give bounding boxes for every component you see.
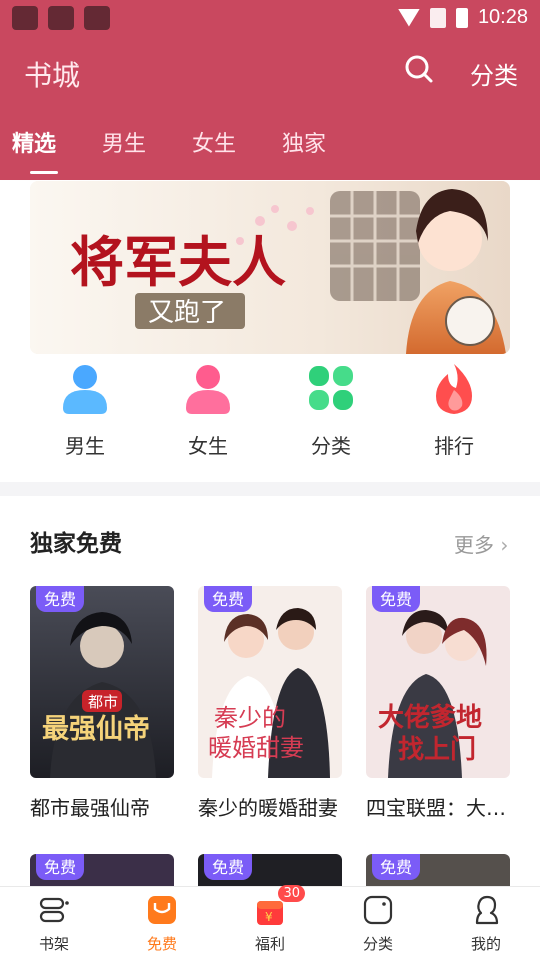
quick-ranking[interactable]: 排行 <box>399 360 509 459</box>
promo-banner[interactable]: 将军夫人 又跑了 <box>30 181 510 354</box>
quick-female-label: 女生 <box>188 434 228 458</box>
no-sim-icon <box>429 7 446 28</box>
status-bar: 10:28 <box>0 0 540 36</box>
nav-category[interactable]: 分类 <box>324 893 432 954</box>
notification-icon <box>84 6 110 30</box>
tab-bar: 精选 男生 女生 独家 <box>12 126 326 174</box>
chevron-right-icon: › <box>500 533 509 557</box>
search-icon <box>405 55 433 83</box>
book-cover: 秦少的 暖婚甜妻 免费 <box>198 586 342 778</box>
section-divider <box>0 482 540 496</box>
image-icon <box>48 6 74 30</box>
nav-bookshelf-label: 书架 <box>38 935 69 953</box>
svg-text:最强仙帝: 最强仙帝 <box>42 713 150 745</box>
svg-text:找上门: 找上门 <box>398 735 476 765</box>
bookshelf-icon <box>37 893 71 927</box>
free-badge: 免费 <box>372 586 421 612</box>
tab-featured[interactable]: 精选 <box>12 126 59 174</box>
nav-free-label: 免费 <box>146 935 177 953</box>
status-notifications <box>12 6 110 30</box>
free-badge: 免费 <box>204 586 253 612</box>
book-card[interactable]: 大佬爹地 找上门 免费 四宝联盟：大佬爹地找上门 <box>366 586 510 821</box>
quick-category-label: 分类 <box>311 434 351 458</box>
tab-male[interactable]: 男生 <box>102 126 146 174</box>
svg-text:暖婚甜妻: 暖婚甜妻 <box>208 734 304 762</box>
free-badge: 免费 <box>36 586 85 612</box>
category-icon <box>361 893 395 927</box>
nav-welfare-label: 福利 <box>254 935 285 953</box>
person-icon <box>180 360 236 416</box>
book-title: 四宝联盟：大佬爹地找上门 <box>366 796 510 820</box>
person-icon <box>57 360 113 416</box>
page-title: 书城 <box>24 59 81 92</box>
book-card[interactable]: 免费 <box>366 854 510 886</box>
classify-button[interactable]: 分类 <box>470 56 518 91</box>
nav-mine-label: 我的 <box>470 935 501 953</box>
free-badge: 免费 <box>204 854 253 880</box>
flame-icon <box>426 360 482 416</box>
profile-icon <box>469 893 503 927</box>
svg-text:¥: ¥ <box>265 910 273 924</box>
gift-icon: ¥ 30 <box>253 885 305 927</box>
book-cover: 大佬爹地 找上门 免费 <box>366 586 510 778</box>
banner-subtitle: 又跑了 <box>148 298 226 328</box>
banner-artwork: 将军夫人 又跑了 <box>30 181 510 354</box>
welfare-count-badge: 30 <box>278 885 305 902</box>
app-header: 书城 分类 精选 男生 女生 独家 <box>0 36 540 180</box>
status-time: 10:28 <box>477 6 528 28</box>
tab-exclusive[interactable]: 独家 <box>282 126 326 174</box>
free-badge: 免费 <box>372 854 421 880</box>
quick-male[interactable]: 男生 <box>30 360 140 459</box>
book-card[interactable]: 免费 <box>30 854 174 886</box>
quick-ranking-label: 排行 <box>434 434 474 458</box>
quick-male-label: 男生 <box>65 434 105 458</box>
book-card[interactable]: 都市 最强仙帝 免费 都市最强仙帝 <box>30 586 174 821</box>
book-title: 秦少的暖婚甜妻 <box>198 796 338 820</box>
section-title: 独家免费 <box>30 531 122 557</box>
quick-category[interactable]: 分类 <box>276 360 386 459</box>
wifi-icon <box>397 8 420 27</box>
free-icon <box>145 893 179 927</box>
banner-title: 将军夫人 <box>70 230 286 294</box>
free-badge: 免费 <box>36 854 85 880</box>
svg-text:秦少的: 秦少的 <box>214 704 286 732</box>
svg-text:大佬爹地: 大佬爹地 <box>378 703 482 733</box>
status-system: 10:28 <box>397 6 528 29</box>
quick-categories: 男生 女生 分类 排行 <box>0 360 540 470</box>
nav-bookshelf[interactable]: 书架 <box>0 893 108 954</box>
book-card[interactable]: 免费 <box>198 854 342 886</box>
clover-icon <box>303 360 359 416</box>
svg-text:都市: 都市 <box>88 693 118 711</box>
quick-female[interactable]: 女生 <box>153 360 263 459</box>
search-button[interactable] <box>402 52 436 86</box>
book-title: 都市最强仙帝 <box>30 796 150 820</box>
nav-mine[interactable]: 我的 <box>432 893 540 954</box>
more-link[interactable]: 更多 › <box>454 529 508 558</box>
bottom-nav: 书架 免费 ¥ 30 福利 分类 我的 <box>0 885 540 960</box>
battery-icon <box>455 7 468 28</box>
nav-free[interactable]: 免费 <box>108 893 216 954</box>
book-cover: 都市 最强仙帝 免费 <box>30 586 174 778</box>
nav-category-label: 分类 <box>362 935 393 953</box>
book-card[interactable]: 秦少的 暖婚甜妻 免费 秦少的暖婚甜妻 <box>198 586 342 821</box>
nav-welfare[interactable]: ¥ 30 福利 <box>216 885 324 954</box>
tab-female[interactable]: 女生 <box>192 126 236 174</box>
more-label: 更多 <box>454 533 494 557</box>
notification-icon <box>12 6 38 30</box>
